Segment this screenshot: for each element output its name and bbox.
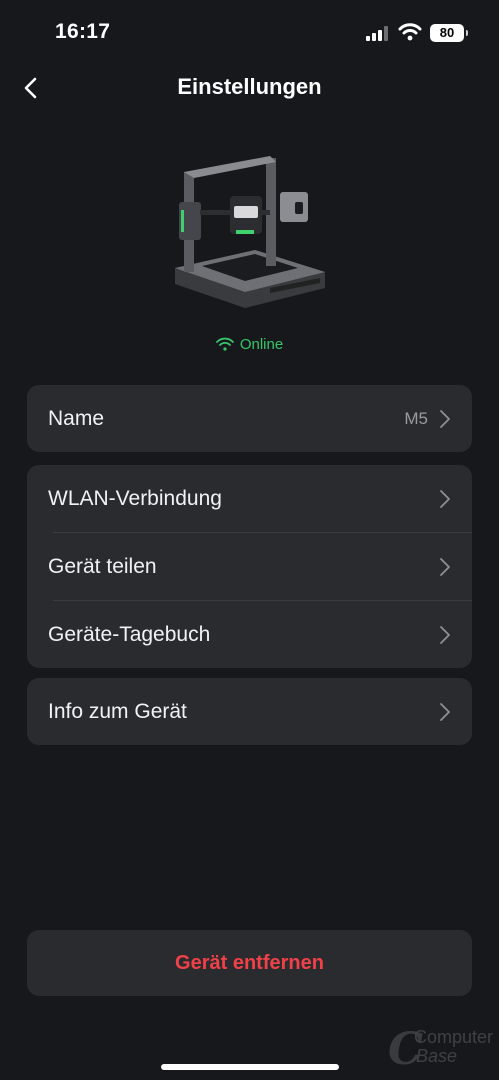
status-time: 16:17 bbox=[55, 20, 111, 43]
nav-bar: Einstellungen bbox=[0, 66, 499, 110]
info-card: Info zum Gerät bbox=[27, 678, 472, 745]
watermark-logo: C Computer Base bbox=[388, 1024, 494, 1075]
page-title: Einstellungen bbox=[177, 74, 322, 99]
cellular-signal-icon bbox=[366, 26, 390, 46]
name-value: M5 bbox=[404, 408, 428, 428]
log-label: Geräte-Tagebuch bbox=[48, 622, 211, 646]
device-log-row[interactable]: Geräte-Tagebuch bbox=[27, 601, 472, 668]
remove-device-button[interactable]: Gerät entfernen bbox=[27, 930, 472, 996]
wlan-connection-row[interactable]: WLAN-Verbindung bbox=[27, 465, 472, 532]
name-row[interactable]: Name M5 bbox=[27, 385, 472, 452]
wlan-label: WLAN-Verbindung bbox=[48, 486, 222, 510]
chevron-right-icon bbox=[440, 702, 450, 721]
status-bar: 16:17 80 bbox=[0, 0, 499, 66]
device-options-card: WLAN-Verbindung Gerät teilen Geräte-Tage… bbox=[27, 465, 472, 668]
chevron-right-icon bbox=[440, 489, 450, 508]
battery-indicator: 80 bbox=[430, 24, 468, 42]
wifi-icon bbox=[398, 23, 422, 46]
printer-image bbox=[170, 150, 330, 310]
chevron-right-icon bbox=[440, 557, 450, 576]
info-label: Info zum Gerät bbox=[48, 699, 187, 723]
name-card: Name M5 bbox=[27, 385, 472, 452]
name-label: Name bbox=[48, 406, 105, 430]
connection-status: Online bbox=[0, 336, 499, 353]
home-indicator[interactable] bbox=[161, 1064, 339, 1070]
chevron-right-icon bbox=[440, 409, 450, 428]
wifi-status-icon bbox=[215, 337, 234, 351]
status-text: Online bbox=[239, 336, 284, 353]
share-device-row[interactable]: Gerät teilen bbox=[27, 533, 472, 600]
device-info-row[interactable]: Info zum Gerät bbox=[27, 678, 472, 745]
chevron-right-icon bbox=[440, 625, 450, 644]
share-label: Gerät teilen bbox=[48, 554, 157, 578]
